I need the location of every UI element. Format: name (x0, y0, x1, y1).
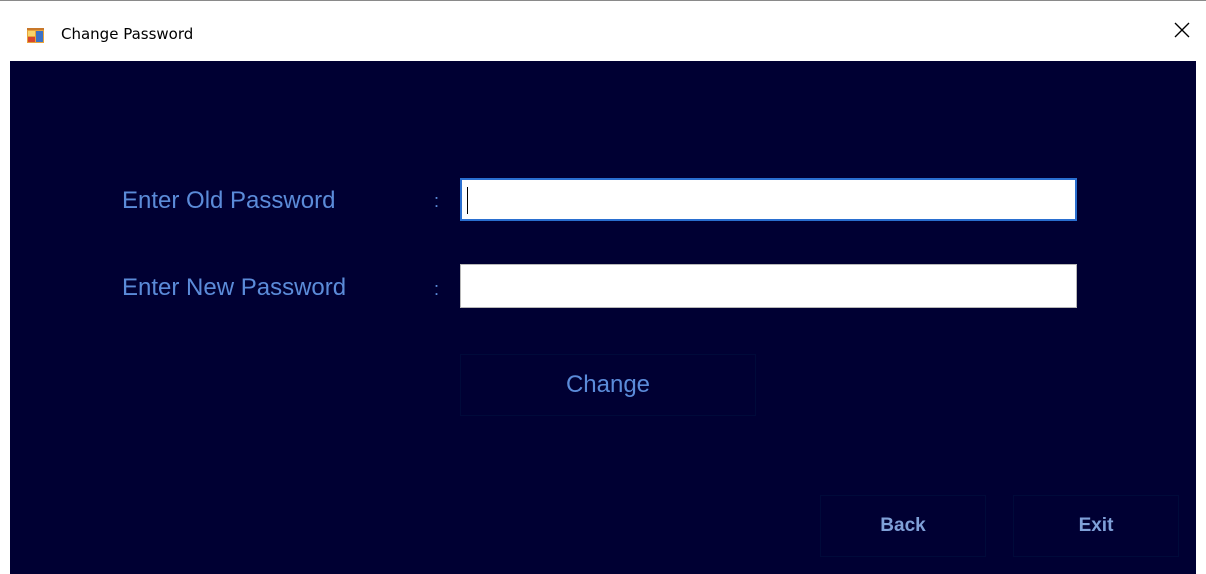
text-caret (467, 187, 468, 214)
old-password-field[interactable] (460, 178, 1077, 221)
change-password-window: Change Password Enter Old Password : Ent… (0, 0, 1206, 574)
new-password-field[interactable] (460, 264, 1077, 308)
new-password-label: Enter New Password (122, 274, 347, 301)
close-icon (1174, 22, 1190, 43)
exit-button[interactable]: Exit (1013, 495, 1179, 557)
app-form-icon (27, 28, 44, 43)
back-button[interactable]: Back (820, 495, 986, 557)
window-title: Change Password (61, 25, 194, 43)
form-body: Enter Old Password : Enter New Password … (10, 61, 1196, 574)
new-password-colon: : (434, 279, 440, 299)
change-button[interactable]: Change (460, 354, 756, 416)
old-password-label: Enter Old Password (122, 187, 336, 214)
title-bar: Change Password (0, 1, 1206, 61)
old-password-colon: : (434, 191, 440, 211)
close-button[interactable] (1164, 15, 1200, 49)
